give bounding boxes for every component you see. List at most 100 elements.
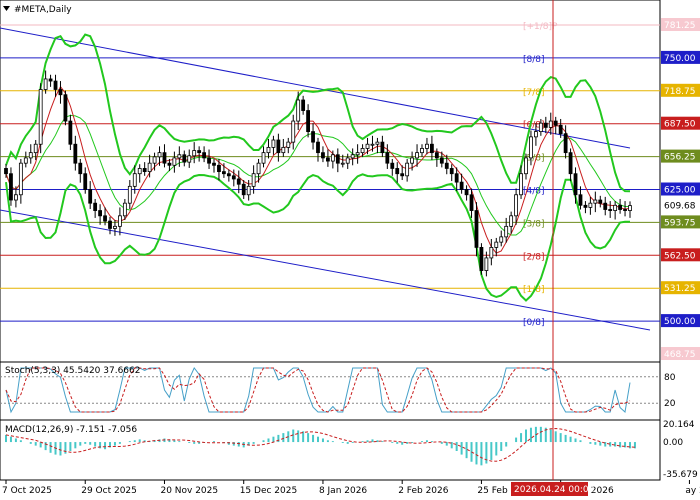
candle-body[interactable] <box>434 152 439 159</box>
candle-body[interactable] <box>444 162 449 169</box>
candle-body[interactable] <box>365 143 370 149</box>
candle-body[interactable] <box>182 154 187 163</box>
candle-body[interactable] <box>108 220 112 229</box>
candle-body[interactable] <box>415 152 419 159</box>
candle-body[interactable] <box>73 143 78 164</box>
candle-body[interactable] <box>58 89 63 96</box>
candle-body[interactable] <box>222 171 226 175</box>
candle-body[interactable] <box>33 143 38 154</box>
candle-body[interactable] <box>410 157 414 164</box>
candle-body[interactable] <box>291 120 296 143</box>
candle-body[interactable] <box>157 152 162 158</box>
candle-body[interactable] <box>395 168 400 175</box>
candle-body[interactable] <box>93 202 98 211</box>
candle-body[interactable] <box>603 202 608 210</box>
candle-body[interactable] <box>449 168 454 175</box>
candle-body[interactable] <box>192 150 197 157</box>
candle-body[interactable] <box>623 209 627 211</box>
candle-body[interactable] <box>14 194 18 201</box>
candle-body[interactable] <box>152 156 157 164</box>
candle-body[interactable] <box>78 162 83 175</box>
candle-body[interactable] <box>98 210 102 217</box>
candle-body[interactable] <box>509 215 514 227</box>
candle-body[interactable] <box>524 157 528 175</box>
candle-body[interactable] <box>321 152 325 159</box>
candle-body[interactable] <box>311 131 315 143</box>
candle-body[interactable] <box>23 157 28 164</box>
candle-body[interactable] <box>514 194 518 217</box>
candle-body[interactable] <box>375 141 380 145</box>
candle-body[interactable] <box>558 124 563 135</box>
candle-body[interactable] <box>226 173 231 177</box>
candle-body[interactable] <box>474 210 479 248</box>
candle-body[interactable] <box>420 148 424 154</box>
candle-body[interactable] <box>340 162 345 165</box>
candle-body[interactable] <box>256 162 261 175</box>
candle-body[interactable] <box>18 162 23 196</box>
candle-body[interactable] <box>534 131 538 138</box>
candle-body[interactable] <box>113 225 117 229</box>
candle-body[interactable] <box>469 194 474 211</box>
candle-body[interactable] <box>519 173 523 196</box>
candle-body[interactable] <box>236 178 241 185</box>
candle-body[interactable] <box>177 154 182 159</box>
candle-body[interactable] <box>88 189 93 204</box>
candle-body[interactable] <box>573 173 578 196</box>
candle-body[interactable] <box>202 152 206 159</box>
candle-body[interactable] <box>484 257 489 271</box>
candle-body[interactable] <box>489 247 494 259</box>
candle-body[interactable] <box>360 148 365 154</box>
candle-body[interactable] <box>355 152 360 156</box>
candle-body[interactable] <box>187 155 192 163</box>
candle-body[interactable] <box>543 122 548 128</box>
candle-body[interactable] <box>271 139 276 148</box>
candle-body[interactable] <box>83 173 88 190</box>
candle-body[interactable] <box>608 209 613 211</box>
candle-body[interactable] <box>400 173 405 177</box>
candle-body[interactable] <box>43 78 48 90</box>
candle-body[interactable] <box>197 150 202 154</box>
candle-body[interactable] <box>53 80 58 90</box>
candle-body[interactable] <box>529 136 533 159</box>
trading-chart[interactable]: [+1/8]P[8/8][7/8][6/8][5/8][4/8][3/8][2/… <box>0 0 700 500</box>
candle-body[interactable] <box>142 168 147 173</box>
candle-body[interactable] <box>301 99 306 111</box>
candle-body[interactable] <box>241 183 246 196</box>
candle-body[interactable] <box>499 236 504 243</box>
candle-body[interactable] <box>538 122 543 132</box>
candle-body[interactable] <box>4 168 8 175</box>
candle-body[interactable] <box>588 202 593 208</box>
candle-body[interactable] <box>251 173 256 187</box>
candle-body[interactable] <box>9 173 13 201</box>
candle-body[interactable] <box>261 152 266 164</box>
candle-body[interactable] <box>548 120 553 128</box>
candle-body[interactable] <box>380 141 385 154</box>
candle-body[interactable] <box>370 143 375 146</box>
candle-body[interactable] <box>335 154 340 164</box>
candle-body[interactable] <box>563 133 568 154</box>
candle-body[interactable] <box>122 202 127 217</box>
candle-body[interactable] <box>330 154 335 162</box>
candle-body[interactable] <box>132 173 137 187</box>
candle-body[interactable] <box>578 194 583 206</box>
candle-body[interactable] <box>217 164 221 173</box>
candle-body[interactable] <box>127 185 132 204</box>
candle-body[interactable] <box>598 199 603 204</box>
candle-body[interactable] <box>167 162 172 166</box>
candle-body[interactable] <box>276 139 281 154</box>
candle-body[interactable] <box>439 157 444 164</box>
candle-body[interactable] <box>430 143 434 154</box>
candle-body[interactable] <box>266 146 271 154</box>
candle-body[interactable] <box>618 204 622 210</box>
candle-body[interactable] <box>345 157 350 164</box>
candle-body[interactable] <box>172 157 177 166</box>
candle-body[interactable] <box>583 204 588 208</box>
candle-body[interactable] <box>459 181 464 190</box>
candle-body[interactable] <box>296 99 301 122</box>
candle-body[interactable] <box>454 173 459 183</box>
candle-body[interactable] <box>405 162 410 177</box>
candle-body[interactable] <box>613 204 618 211</box>
candle-body[interactable] <box>425 143 429 149</box>
candle-body[interactable] <box>306 110 310 132</box>
candle-body[interactable] <box>479 247 484 271</box>
